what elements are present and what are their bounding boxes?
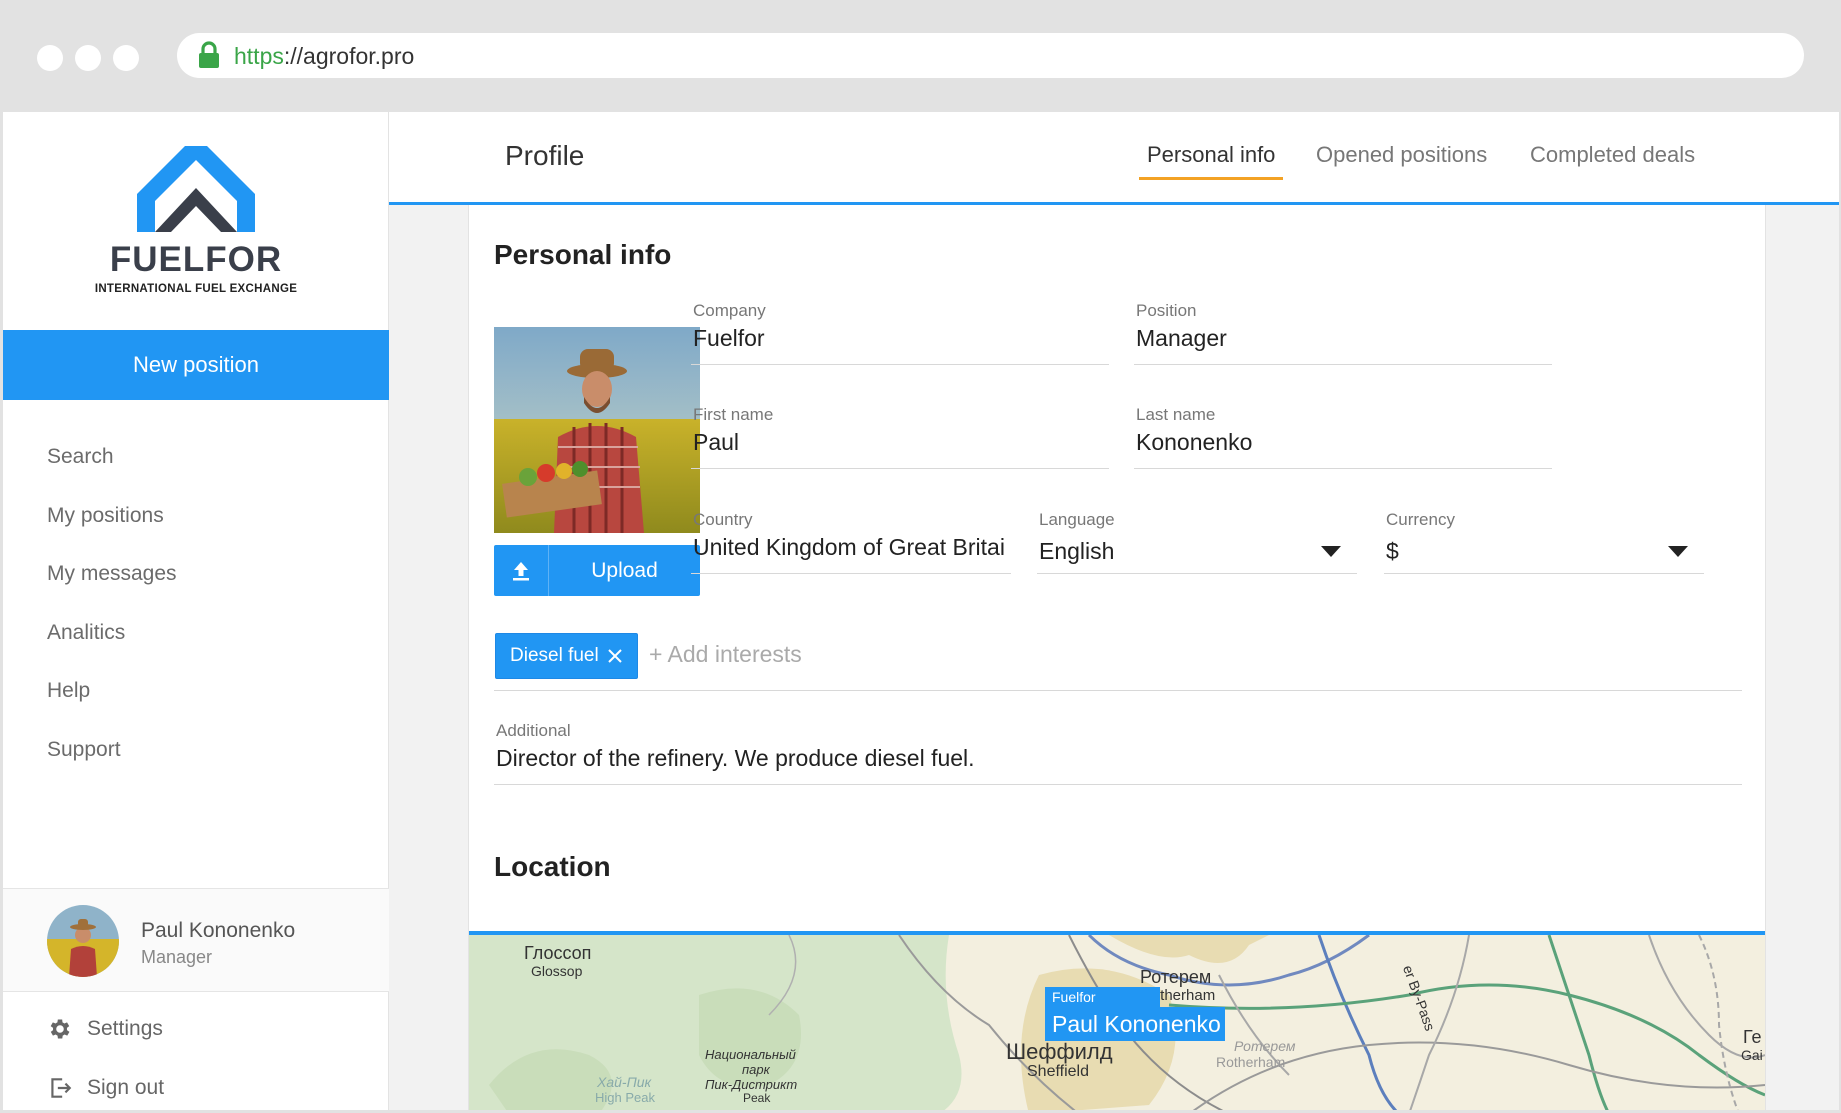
map-label: High Peak (595, 1090, 655, 1105)
location-map[interactable]: Глоссоп Glossop Ротерем Rotherham Ротере… (469, 931, 1765, 1110)
last-name-value[interactable]: Kononenko (1136, 429, 1550, 456)
user-card[interactable]: Paul Kononenko Manager (3, 888, 389, 992)
map-label: Gai (1741, 1047, 1763, 1063)
additional-value[interactable]: Director of the refinery. We produce die… (496, 745, 1740, 772)
country-label: Country (693, 510, 753, 529)
window-control-maximize[interactable] (113, 45, 139, 71)
settings-label: Settings (87, 1017, 163, 1040)
map-marker-name: Paul Kononenko (1045, 1007, 1225, 1041)
map-label: Peak (743, 1091, 771, 1105)
chevron-down-icon[interactable] (1321, 546, 1341, 557)
currency-select[interactable]: Currency $ (1384, 510, 1704, 574)
map-label: Glossop (531, 963, 583, 979)
language-label: Language (1039, 510, 1115, 529)
logo-mark-icon (137, 146, 255, 232)
add-interests-button[interactable]: + Add interests (649, 641, 802, 668)
right-gutter (1766, 205, 1839, 1110)
interest-chip: Diesel fuel (495, 633, 638, 679)
map-label: парк (742, 1062, 770, 1077)
country-value[interactable]: United Kingdom of Great Britai (693, 534, 1009, 561)
close-icon[interactable] (607, 648, 623, 664)
sidebar-item-analitics[interactable]: Analitics (3, 604, 389, 663)
top-header: Profile Personal info Opened positions C… (389, 112, 1839, 205)
first-name-label: First name (693, 405, 774, 424)
sign-out-icon (51, 1078, 72, 1098)
map-label: Национальный (705, 1047, 796, 1062)
lock-icon (199, 41, 219, 68)
first-name-value[interactable]: Paul (693, 429, 1107, 456)
upload-label: Upload (591, 559, 658, 582)
interest-chip-label: Diesel fuel (510, 645, 599, 666)
language-select[interactable]: Language English (1037, 510, 1357, 574)
company-value[interactable]: Fuelfor (693, 325, 1107, 352)
map-label: Sheffield (1027, 1063, 1089, 1080)
map-label: Rotherham (1216, 1054, 1286, 1070)
first-name-field[interactable]: First name Paul (691, 405, 1109, 469)
map-marker-company: Fuelfor (1045, 987, 1160, 1007)
sign-out-label: Sign out (87, 1076, 165, 1099)
map-label: Хай-Пик (597, 1074, 652, 1090)
user-name: Paul Kononenko (141, 919, 296, 942)
language-value: English (1039, 538, 1115, 564)
last-name-label: Last name (1136, 405, 1216, 424)
map-label: Пик-Дистрикт (705, 1077, 798, 1092)
tab-personal-info[interactable]: Personal info (1138, 142, 1284, 180)
map-label: Глоссоп (524, 943, 592, 963)
settings-link[interactable]: Settings (47, 1011, 163, 1047)
map-label: Шеффилд (1006, 1039, 1113, 1064)
brand-name: FUELFOR (109, 240, 283, 279)
chevron-down-icon[interactable] (1668, 546, 1688, 557)
sidebar-item-help[interactable]: Help (3, 662, 389, 721)
currency-label: Currency (1386, 510, 1455, 529)
country-field[interactable]: Country United Kingdom of Great Britai (691, 510, 1011, 574)
sidebar-item-my-messages[interactable]: My messages (3, 545, 389, 604)
position-value[interactable]: Manager (1136, 325, 1550, 352)
window-control-minimize[interactable] (75, 45, 101, 71)
upload-icon (494, 545, 549, 596)
map-label: Ге (1743, 1027, 1762, 1047)
browser-chrome: https://agrofor.pro (0, 0, 1841, 112)
sidebar-item-my-positions[interactable]: My positions (3, 487, 389, 546)
additional-field[interactable]: Additional Director of the refinery. We … (494, 721, 1742, 785)
personal-info-heading: Personal info (494, 239, 672, 270)
page-title: Profile (505, 140, 585, 171)
avatar (47, 905, 119, 977)
window-control-close[interactable] (37, 45, 63, 71)
map-label: Ротерем (1140, 967, 1212, 987)
company-label: Company (693, 301, 766, 320)
additional-label: Additional (496, 721, 571, 740)
brand-tagline: INTERNATIONAL FUEL EXCHANGE (94, 283, 298, 295)
profile-photo (494, 327, 700, 533)
position-field[interactable]: Position Manager (1134, 301, 1552, 365)
position-label: Position (1136, 301, 1197, 320)
sidebar-item-support[interactable]: Support (3, 721, 389, 780)
brand-logo[interactable]: FUELFOR INTERNATIONAL FUEL EXCHANGE (3, 140, 389, 295)
app-window: FUELFOR INTERNATIONAL FUEL EXCHANGE New … (3, 112, 1839, 1110)
address-bar[interactable]: https://agrofor.pro (177, 33, 1804, 78)
gear-icon (50, 1019, 70, 1039)
interests-divider (494, 690, 1742, 691)
sidebar-item-search[interactable]: Search (3, 428, 389, 487)
upload-button[interactable]: Upload (494, 545, 700, 596)
last-name-field[interactable]: Last name Kononenko (1134, 405, 1552, 469)
profile-card: Personal info Upload Company Fuelfor Pos… (468, 205, 1766, 1110)
company-field[interactable]: Company Fuelfor (691, 301, 1109, 365)
tab-opened-positions[interactable]: Opened positions (1316, 142, 1487, 168)
new-position-button[interactable]: New position (3, 330, 389, 400)
map-label: Ротерем (1234, 1038, 1296, 1054)
tab-completed-deals[interactable]: Completed deals (1530, 142, 1695, 168)
sign-out-link[interactable]: Sign out (47, 1070, 164, 1106)
sidebar-nav: Search My positions My messages Analitic… (3, 428, 389, 780)
location-heading: Location (494, 851, 611, 882)
sidebar: FUELFOR INTERNATIONAL FUEL EXCHANGE New … (3, 112, 389, 1110)
user-role: Manager (141, 947, 213, 967)
address-url: https://agrofor.pro (234, 43, 415, 69)
currency-value: $ (1386, 538, 1399, 564)
